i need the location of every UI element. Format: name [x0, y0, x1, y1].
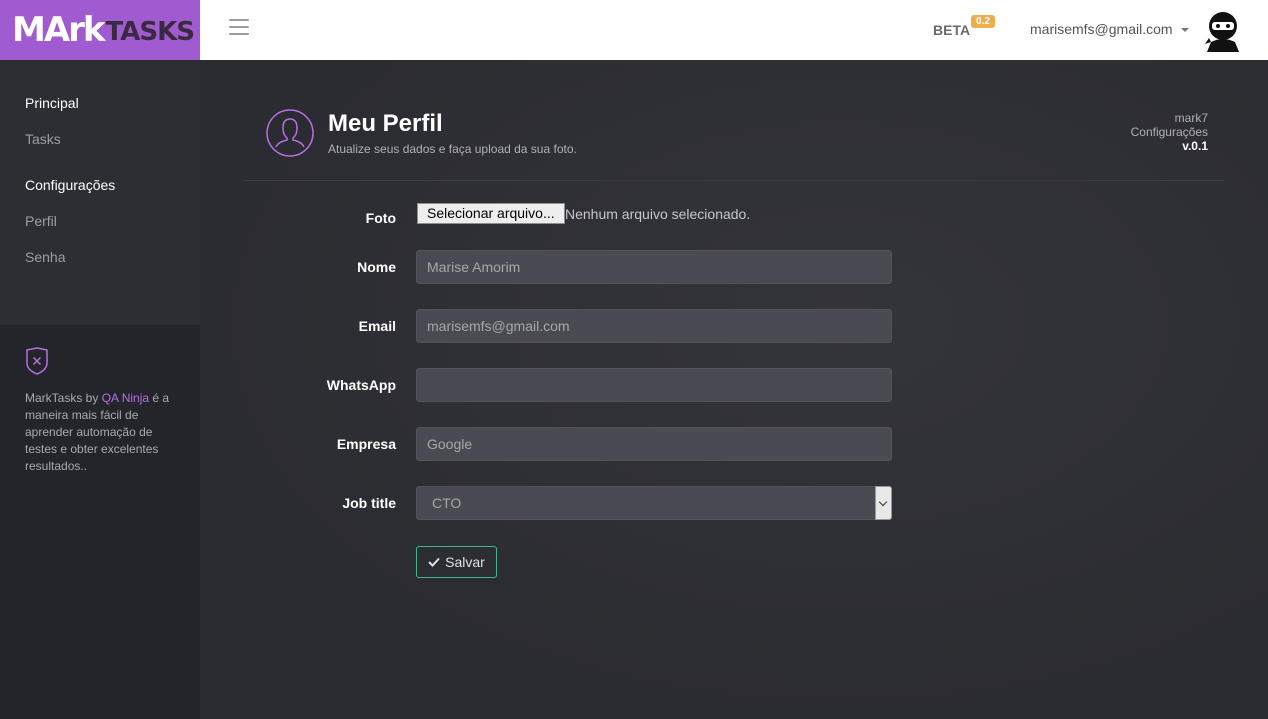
nome-input[interactable]: Marise Amorim [416, 250, 892, 284]
page-title: Meu Perfil [328, 110, 443, 137]
sidebar-heading-configuracoes: Configurações [25, 177, 116, 193]
caret-down-icon[interactable] [1181, 28, 1189, 32]
sidebar: Principal Tasks Configurações Perfil Sen… [0, 60, 200, 719]
page-subtitle: Atualize seus dados e faça upload da sua… [328, 142, 577, 156]
empresa-input[interactable]: Google [416, 427, 892, 461]
email-input[interactable]: marisemfs@gmail.com [416, 309, 892, 343]
save-button-label: Salvar [445, 554, 485, 570]
check-icon [428, 557, 440, 567]
whatsapp-input[interactable] [416, 368, 892, 402]
sidebar-item-tasks[interactable]: Tasks [0, 130, 200, 166]
nome-label: Nome [357, 259, 396, 275]
shield-icon [26, 347, 48, 375]
marktasks-logo[interactable]: MArk TASKS [0, 0, 200, 60]
beta-label: BETA [933, 22, 971, 38]
breadcrumb-app[interactable]: mark7 [1131, 111, 1208, 125]
sidebar-item-senha[interactable]: Senha [0, 248, 200, 284]
version-badge: 0.2 [971, 15, 995, 28]
foto-label: Foto [365, 210, 396, 226]
sidebar-nav: Principal Tasks Configurações Perfil Sen… [0, 60, 200, 325]
job-title-select[interactable]: CTO [416, 486, 892, 520]
save-button[interactable]: Salvar [416, 546, 497, 578]
breadcrumb-version: v.0.1 [1182, 139, 1208, 153]
menu-toggle-icon[interactable] [229, 19, 249, 37]
main-content: Meu Perfil Atualize seus dados e faça up… [200, 60, 1268, 719]
user-profile-icon [266, 109, 314, 157]
top-navbar: MArk TASKS BETA 0.2 marisemfs@gmail.com [0, 0, 1268, 60]
promo-prefix: MarkTasks by [25, 391, 102, 405]
sidebar-heading-principal: Principal [25, 95, 79, 111]
sidebar-item-perfil[interactable]: Perfil [0, 212, 200, 248]
sidebar-promo: MarkTasks by QA Ninja é a maneira mais f… [0, 325, 200, 719]
logo-mark-text: MArk [12, 10, 106, 50]
email-label: Email [358, 318, 396, 334]
logo-tasks-text: TASKS [105, 17, 195, 47]
header-divider [244, 180, 1224, 181]
file-upload-button[interactable]: Selecionar arquivo... [417, 203, 565, 224]
breadcrumb-section[interactable]: Configurações [1131, 125, 1208, 139]
qa-ninja-link[interactable]: QA Ninja [102, 391, 149, 405]
user-menu-toggle[interactable]: marisemfs@gmail.com [1030, 21, 1173, 37]
job-title-label: Job title [342, 495, 396, 511]
empresa-label: Empresa [336, 436, 396, 452]
promo-text: MarkTasks by QA Ninja é a maneira mais f… [25, 390, 175, 475]
whatsapp-label: WhatsApp [326, 377, 396, 393]
file-status-text: Nenhum arquivo selecionado. [565, 206, 751, 222]
chevron-down-icon[interactable] [875, 486, 892, 520]
ninja-avatar-icon[interactable] [1203, 8, 1243, 52]
breadcrumb: mark7 Configurações v.0.1 [1131, 111, 1208, 153]
